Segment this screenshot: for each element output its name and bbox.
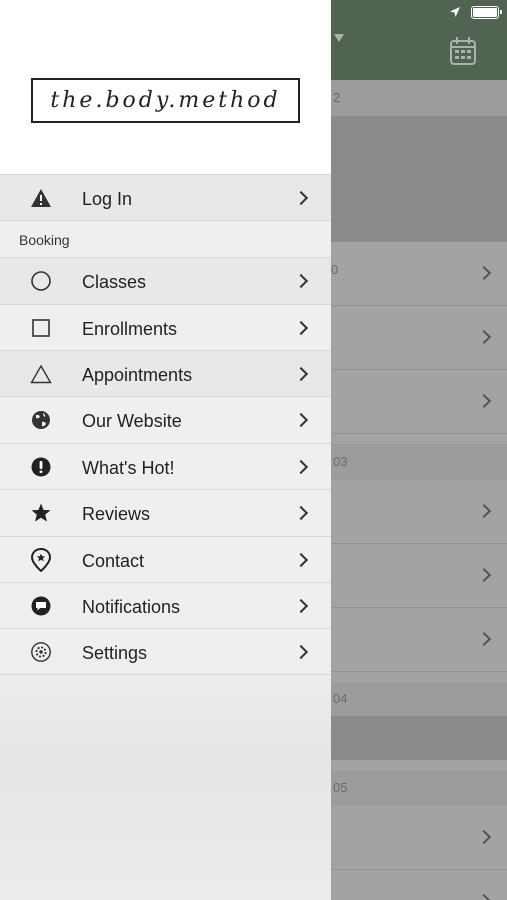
exclamation-circle-icon <box>30 456 52 478</box>
chevron-right-icon <box>476 567 492 582</box>
warning-icon <box>30 187 52 209</box>
menu-item-notifications[interactable]: Notifications <box>0 582 331 629</box>
menu-item-log-in[interactable]: Log In <box>0 174 331 221</box>
background-row[interactable] <box>331 870 507 900</box>
menu-item-enrollments[interactable]: Enrollments <box>0 304 331 351</box>
battery-icon <box>471 6 502 19</box>
triangle-outline-icon <box>30 363 52 385</box>
drawer-header: the.body.method <box>0 0 331 174</box>
chevron-right-icon <box>476 631 492 646</box>
globe-icon <box>30 409 52 431</box>
side-drawer: the.body.method Log In Booking Classes E… <box>0 0 331 900</box>
chevron-right-icon <box>293 598 309 614</box>
menu-item-label: Our Website <box>82 411 182 431</box>
menu-item-label: What's Hot! <box>82 458 175 478</box>
menu-item-label: Contact <box>82 551 145 571</box>
chevron-right-icon <box>293 412 309 428</box>
menu-item-label: Appointments <box>82 365 193 385</box>
chevron-right-icon <box>293 366 309 382</box>
square-outline-icon <box>30 317 52 339</box>
chevron-right-icon <box>293 190 309 206</box>
brand-logo: the.body.method <box>31 78 300 123</box>
section-label-booking: Booking <box>19 232 70 248</box>
status-bar: Carrier 8:41 AM <box>0 0 507 26</box>
menu-item-label: Settings <box>82 643 148 663</box>
chevron-right-icon <box>476 265 492 280</box>
chevron-right-icon <box>293 644 309 660</box>
status-time: 8:41 AM <box>225 5 282 22</box>
menu-item-label: Classes <box>82 272 147 292</box>
background-section-header: 03 <box>331 444 507 480</box>
brand-logo-text: the.body.method <box>50 88 281 113</box>
background-banner <box>331 116 507 242</box>
chevron-right-icon <box>293 273 309 289</box>
background-row[interactable] <box>331 306 507 370</box>
background-section-header: 2 <box>331 80 507 116</box>
chevron-right-icon <box>293 459 309 475</box>
circle-outline-icon <box>30 270 52 292</box>
location-pin-icon <box>30 548 52 572</box>
menu-item-label: Enrollments <box>82 319 178 339</box>
menu-item-settings[interactable]: Settings <box>0 628 331 675</box>
chevron-right-icon <box>476 393 492 408</box>
menu-item-our-website[interactable]: Our Website <box>0 396 331 443</box>
menu-item-label: Log In <box>82 189 133 209</box>
chevron-right-icon <box>293 505 309 521</box>
chevron-right-icon <box>476 829 492 844</box>
background-row[interactable] <box>331 608 507 672</box>
background-row[interactable] <box>331 370 507 434</box>
location-arrow-icon <box>450 7 460 17</box>
menu-item-label: Notifications <box>82 597 181 617</box>
calendar-icon[interactable] <box>449 36 477 66</box>
menu-item-label: Reviews <box>82 504 151 524</box>
background-row[interactable] <box>331 544 507 608</box>
chat-bubble-icon <box>30 595 52 617</box>
menu-item-reviews[interactable]: Reviews <box>0 489 331 536</box>
chevron-right-icon <box>476 893 492 900</box>
background-banner <box>331 716 507 760</box>
background-row[interactable] <box>331 480 507 544</box>
background-row[interactable] <box>331 806 507 870</box>
chevron-right-icon <box>293 552 309 568</box>
star-icon <box>30 502 52 524</box>
menu-item-classes[interactable]: Classes <box>0 257 331 304</box>
chevron-right-icon <box>293 320 309 336</box>
chevron-right-icon <box>476 329 492 344</box>
background-row[interactable]: 0 <box>331 242 507 306</box>
menu-item-appointments[interactable]: Appointments <box>0 350 331 397</box>
dropdown-caret-icon[interactable] <box>334 34 344 42</box>
menu-divider <box>0 674 331 675</box>
menu-item-contact[interactable]: Contact <box>0 536 331 583</box>
menu-item-whats-hot[interactable]: What's Hot! <box>0 443 331 490</box>
chevron-right-icon <box>476 503 492 518</box>
background-section-header: 04 <box>331 682 507 716</box>
gear-icon <box>30 641 52 663</box>
background-section-header: 05 <box>331 770 507 806</box>
